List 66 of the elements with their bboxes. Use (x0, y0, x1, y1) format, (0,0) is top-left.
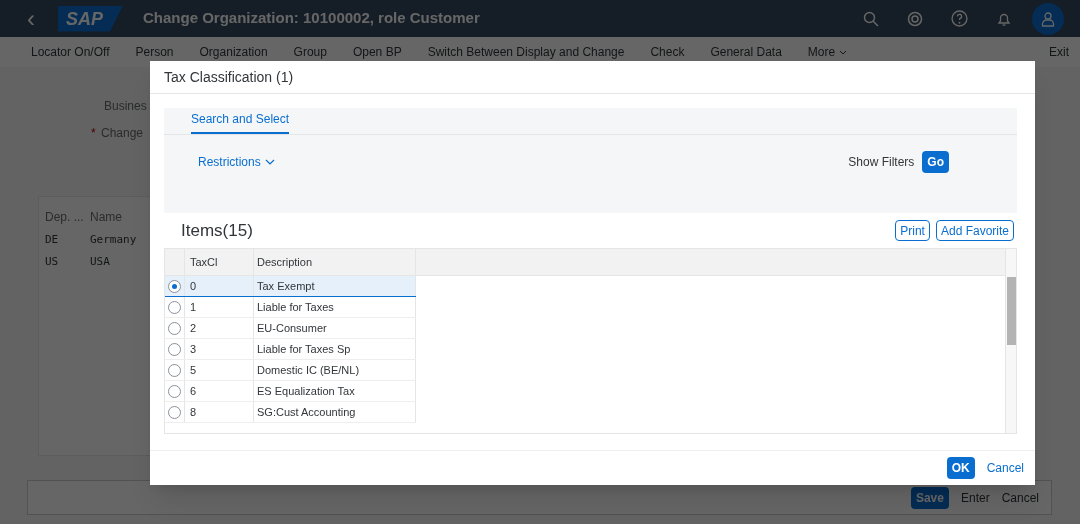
field-label: Busines (104, 98, 147, 115)
items-title: Items(15) (181, 219, 253, 242)
field-label: Change (101, 125, 144, 142)
radio-button[interactable] (168, 342, 181, 356)
go-button[interactable]: Go (922, 151, 949, 173)
table-cell-text: Liable for Taxes Sp (257, 341, 351, 357)
column-header: Name (90, 209, 123, 226)
toolbar-item[interactable]: Switch Between Display and Change (427, 43, 625, 61)
back-button[interactable]: ‹ (16, 2, 46, 35)
logo: SAP (58, 5, 123, 32)
table-cell-text: SG:Cust Accounting (257, 404, 356, 420)
toolbar-item[interactable]: Check (650, 43, 685, 61)
table-cell-text: 0 (190, 278, 197, 294)
chevron-down-icon (839, 49, 848, 55)
column-header: Dep. ... (44, 209, 85, 226)
radio-button[interactable] (168, 405, 181, 419)
column-header: TaxCl (190, 254, 218, 270)
radio-button[interactable] (168, 279, 181, 293)
dialog-title: Tax Classification (1) (164, 67, 294, 87)
table-cell-text: 2 (190, 320, 197, 336)
toolbar-item[interactable]: Locator On/Off (31, 43, 110, 61)
table-cell-text: EU-Consumer (257, 320, 327, 336)
table-cell-text: ES Equalization Tax (257, 383, 355, 399)
table-cell-text: 6 (190, 383, 197, 399)
person-icon (1040, 10, 1056, 27)
footer-button[interactable]: Cancel (1001, 488, 1039, 507)
ok-button[interactable]: OK (946, 457, 975, 479)
search-icon[interactable] (863, 10, 879, 27)
toolbar-button[interactable]: Print (895, 220, 930, 241)
table-cell-text: 3 (190, 341, 197, 357)
required-mark: * (91, 125, 96, 142)
chevron-down-icon (264, 159, 275, 165)
table-cell-text: 8 (190, 404, 197, 420)
table-cell-text: Domestic IC (BE/NL) (257, 362, 360, 378)
toolbar-item[interactable]: Exit (1049, 43, 1069, 61)
copilot-icon[interactable] (907, 10, 923, 27)
radio-button[interactable] (168, 363, 181, 377)
footer-button[interactable]: Enter (960, 488, 990, 507)
radio-button[interactable] (168, 300, 181, 314)
toolbar-item[interactable]: Organization (199, 43, 268, 61)
app-title: Change Organization: 10100002, role Customer (143, 8, 480, 29)
table-cell-text: 5 (190, 362, 197, 378)
scrollbar[interactable] (1005, 249, 1016, 433)
column-header: Description (257, 254, 313, 270)
restrictions-link[interactable]: Restrictions (198, 153, 275, 171)
table-cell-text: DE (44, 231, 60, 248)
radio-button[interactable] (168, 321, 181, 335)
table-cell-text: Liable for Taxes (257, 299, 334, 315)
cancel-button[interactable]: Cancel (986, 459, 1024, 477)
toolbar-item[interactable]: Person (135, 43, 174, 61)
toolbar-button[interactable]: Add Favorite (935, 220, 1014, 241)
table-cell-text: USA (90, 253, 111, 270)
help-icon[interactable] (951, 10, 968, 27)
table-cell-text: 1 (190, 299, 197, 315)
table-cell-text: Tax Exempt (257, 278, 315, 294)
footer-button[interactable]: Save (910, 486, 949, 509)
tab[interactable]: Search and Select (191, 110, 290, 134)
show-filters-label[interactable]: Show Filters (848, 153, 915, 171)
toolbar-item[interactable]: General Data (710, 43, 782, 61)
toolbar-item[interactable]: Open BP (352, 43, 402, 61)
table-cell-text: Germany (90, 231, 138, 248)
radio-button[interactable] (168, 384, 181, 398)
toolbar-item[interactable]: More (807, 43, 836, 61)
toolbar-item[interactable]: Group (293, 43, 327, 61)
table-cell-text: US (44, 253, 60, 270)
user-avatar[interactable] (1032, 2, 1064, 35)
